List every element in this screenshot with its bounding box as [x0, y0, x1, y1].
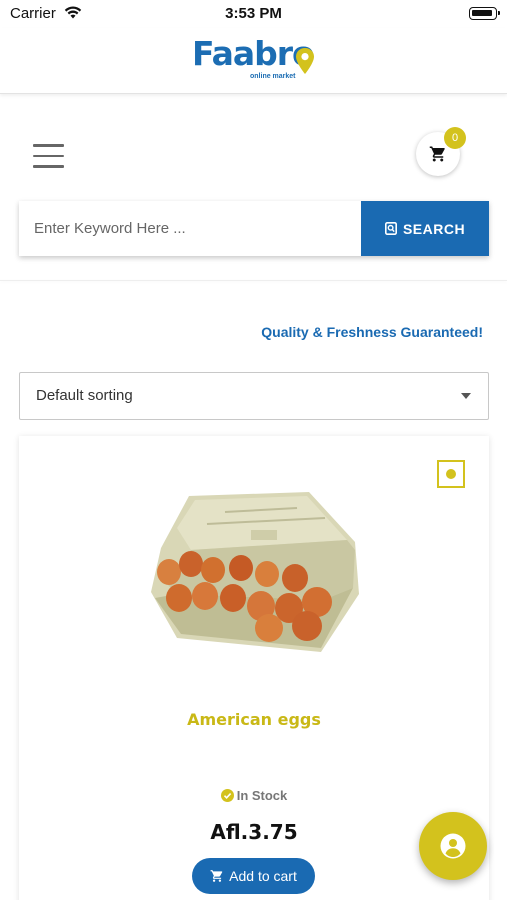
quick-view-icon[interactable]: [437, 460, 465, 488]
account-fab-button[interactable]: [419, 812, 487, 880]
logo-subtitle: online market: [250, 73, 296, 80]
status-time: 3:53 PM: [225, 5, 282, 22]
add-cart-icon: [210, 870, 223, 882]
battery-icon: [469, 7, 500, 20]
app-header: Faabro online market: [0, 28, 507, 94]
stock-status-label: In Stock: [236, 788, 288, 803]
add-to-cart-label: Add to cart: [229, 868, 297, 884]
product-image-eggs[interactable]: [147, 488, 361, 660]
search-icon: [384, 222, 397, 235]
search-bar: SEARCH: [19, 201, 489, 256]
add-to-cart-button[interactable]: Add to cart: [192, 858, 315, 894]
account-icon: [440, 833, 466, 859]
stock-status: In Stock: [19, 788, 489, 803]
search-button[interactable]: SEARCH: [361, 201, 489, 256]
check-circle-icon: [220, 789, 234, 802]
product-card[interactable]: American eggs In Stock Afl.3.75 Add to c…: [19, 436, 489, 900]
sorting-dropdown[interactable]: Default sorting: [19, 372, 489, 420]
location-pin-icon: [296, 48, 314, 74]
toolbar: 0: [0, 122, 507, 186]
section-divider: [0, 280, 507, 281]
tagline: Quality & Freshness Guaranteed!: [261, 324, 483, 340]
cart-count-badge: 0: [444, 127, 466, 149]
faabro-logo[interactable]: Faabro online market: [192, 34, 318, 88]
cart-icon: [429, 146, 445, 162]
search-input[interactable]: [19, 201, 361, 256]
search-button-label: SEARCH: [402, 220, 466, 237]
menu-icon[interactable]: [33, 144, 64, 168]
status-bar: Carrier 3:53 PM: [0, 0, 507, 28]
product-name[interactable]: American eggs: [19, 710, 489, 729]
sorting-selected: Default sorting: [36, 387, 133, 404]
chevron-down-icon: [461, 393, 471, 399]
